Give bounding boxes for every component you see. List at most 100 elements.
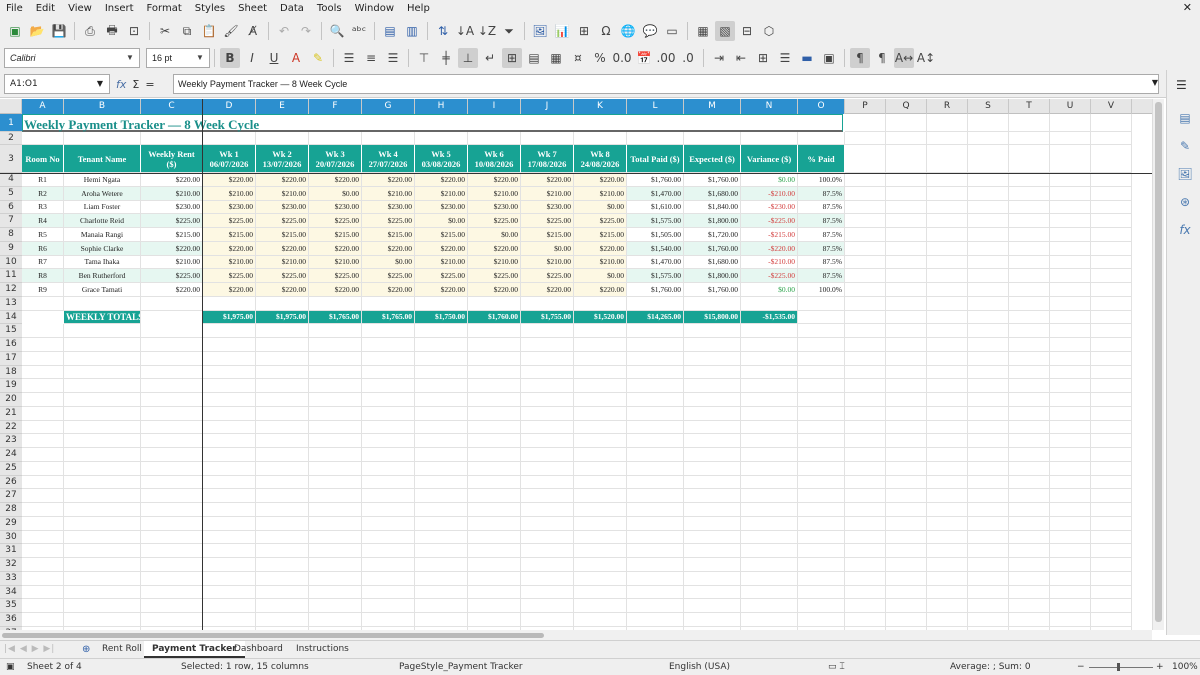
row-header[interactable]: 5 [0, 186, 22, 201]
tab-navigation-icons[interactable]: |◀ ◀ ▶ ▶| [4, 644, 55, 654]
cell[interactable] [627, 434, 684, 448]
value-cell[interactable]: $225.00 [141, 269, 203, 283]
cell[interactable] [927, 365, 968, 380]
zoom-out-icon[interactable]: − [1077, 662, 1085, 672]
column-header-n[interactable]: N [741, 99, 798, 114]
total-cell[interactable]: $1,760.00 [468, 310, 521, 325]
cell[interactable] [22, 558, 64, 572]
value-cell[interactable]: $220.00 [256, 173, 309, 187]
row-header[interactable]: 29 [0, 516, 22, 531]
cell[interactable] [1009, 255, 1050, 270]
cell[interactable] [521, 489, 574, 503]
cell[interactable] [845, 448, 886, 462]
cell[interactable] [845, 283, 886, 297]
value-cell[interactable]: 87.5% [798, 255, 845, 270]
cell[interactable] [1050, 544, 1091, 558]
column-header-m[interactable]: M [684, 99, 741, 114]
cell[interactable] [256, 406, 309, 421]
date-format-icon[interactable]: 📅 [634, 48, 654, 68]
cell[interactable] [798, 530, 845, 545]
cell[interactable] [309, 475, 362, 490]
cell[interactable] [798, 310, 845, 325]
cell[interactable] [22, 296, 64, 311]
row-header[interactable]: 10 [0, 255, 22, 270]
cell[interactable] [845, 351, 886, 366]
cell[interactable] [415, 406, 468, 421]
row-header[interactable]: 15 [0, 324, 22, 338]
value-cell[interactable]: $0.00 [362, 255, 415, 270]
total-cell[interactable]: $1,750.00 [415, 310, 468, 325]
row-header[interactable]: 36 [0, 613, 22, 627]
cell[interactable] [927, 283, 968, 297]
cell[interactable] [141, 461, 203, 476]
cell[interactable] [362, 503, 415, 517]
cell[interactable] [968, 406, 1009, 421]
column-header-u[interactable]: U [1050, 99, 1091, 114]
cell[interactable] [684, 132, 741, 145]
cell[interactable] [203, 393, 256, 407]
zoom-level[interactable]: 100% [1172, 662, 1198, 672]
value-cell[interactable]: $0.00 [468, 228, 521, 242]
cell[interactable] [684, 461, 741, 476]
column-header-d[interactable]: D [203, 99, 256, 114]
value-cell[interactable]: $220.00 [203, 241, 256, 256]
copy-icon[interactable]: ⧉ [177, 21, 197, 41]
cell[interactable] [362, 599, 415, 613]
cell[interactable] [886, 393, 927, 407]
cell[interactable] [927, 351, 968, 366]
cell[interactable] [968, 571, 1009, 586]
value-cell[interactable]: $225.00 [468, 214, 521, 228]
cell[interactable] [309, 571, 362, 586]
cell[interactable] [968, 269, 1009, 283]
value-cell[interactable]: $1,575.00 [627, 214, 684, 228]
cell[interactable] [845, 132, 886, 145]
cell[interactable] [968, 489, 1009, 503]
tenant-name-cell[interactable]: Grace Tamati [64, 283, 141, 297]
cell[interactable] [845, 558, 886, 572]
column-heading[interactable]: Total Paid ($) [627, 145, 684, 173]
text-horizontal-icon[interactable]: A↔ [894, 47, 914, 68]
cell[interactable] [468, 338, 521, 352]
save-icon[interactable]: 💾 [49, 21, 69, 41]
value-cell[interactable]: $215.00 [362, 228, 415, 242]
clone-formatting-icon[interactable]: 🖌 [221, 21, 241, 41]
cell[interactable] [64, 544, 141, 558]
cell[interactable] [574, 503, 627, 517]
value-cell[interactable]: $215.00 [574, 228, 627, 242]
cell[interactable] [1050, 558, 1091, 572]
value-cell[interactable]: $1,680.00 [684, 186, 741, 201]
room-cell[interactable]: R9 [22, 283, 64, 297]
value-cell[interactable]: $220.00 [574, 241, 627, 256]
cell[interactable] [627, 599, 684, 613]
cell[interactable] [574, 351, 627, 366]
cell[interactable] [798, 132, 845, 145]
cell[interactable] [574, 379, 627, 393]
cell[interactable] [886, 173, 927, 187]
cell[interactable] [1091, 420, 1132, 435]
select-all-corner[interactable] [0, 99, 22, 114]
new-document-icon[interactable]: ▣ [5, 21, 25, 41]
cell[interactable] [1009, 296, 1050, 311]
cell[interactable] [1050, 365, 1091, 380]
cell[interactable] [203, 530, 256, 545]
bold-icon[interactable]: B [220, 47, 240, 68]
menu-item-help[interactable]: Help [407, 3, 430, 14]
cell[interactable] [203, 516, 256, 531]
properties-icon[interactable]: ▤ [1175, 108, 1195, 128]
cell[interactable] [256, 558, 309, 572]
cell[interactable] [1009, 186, 1050, 201]
row-header[interactable]: 26 [0, 475, 22, 490]
column-header-v[interactable]: V [1091, 99, 1132, 114]
cell[interactable] [468, 406, 521, 421]
cell[interactable] [574, 393, 627, 407]
value-cell[interactable]: $210.00 [141, 186, 203, 201]
value-cell[interactable]: 87.5% [798, 269, 845, 283]
value-cell[interactable]: $220.00 [203, 283, 256, 297]
cell[interactable] [1050, 516, 1091, 531]
cell[interactable] [1009, 393, 1050, 407]
column-heading[interactable]: Tenant Name [64, 145, 141, 173]
menu-item-edit[interactable]: Edit [36, 3, 55, 14]
column-header-h[interactable]: H [415, 99, 468, 114]
cell[interactable] [1009, 241, 1050, 256]
column-header-p[interactable]: P [845, 99, 886, 114]
